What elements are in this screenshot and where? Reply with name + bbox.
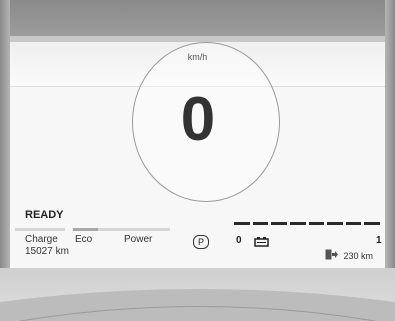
battery-gauge-segment: [252, 222, 269, 225]
ready-status: READY: [25, 209, 64, 221]
steering-column-shroud: [0, 289, 395, 321]
battery-scale-max: 1: [376, 235, 382, 246]
cluster-bezel-top: [0, 0, 395, 36]
charging-plug-icon: [325, 249, 339, 262]
range-display: 230 km: [325, 249, 373, 262]
battery-gauge-segment: [364, 222, 380, 225]
battery-gauge-segment: [289, 222, 306, 225]
instrument-display: km/h 0 READY Charge Eco Power 15027 km P…: [10, 36, 385, 274]
battery-gauge-segment: [345, 222, 362, 225]
eco-label: Eco: [75, 234, 93, 245]
speed-readout: 0: [180, 85, 215, 154]
battery-gauge-segment: [271, 222, 287, 225]
battery-gauge-segment: [327, 222, 343, 225]
speed-unit: km/h: [187, 52, 208, 62]
battery-gauge-segment: [234, 222, 250, 225]
power-label: Power: [124, 234, 153, 245]
gear-indicator-park: P: [193, 235, 209, 249]
battery-icon: [254, 234, 270, 252]
battery-gauge-segment: [308, 222, 325, 225]
power-meter-power-zone: [98, 228, 170, 231]
charge-label: Charge: [25, 234, 58, 245]
range-value: 230 km: [343, 250, 373, 261]
power-meter-eco-zone: [73, 228, 98, 231]
battery-scale-min: 0: [236, 235, 242, 246]
power-meter-charge-zone: [15, 228, 65, 231]
odometer: 15027 km: [25, 246, 69, 257]
